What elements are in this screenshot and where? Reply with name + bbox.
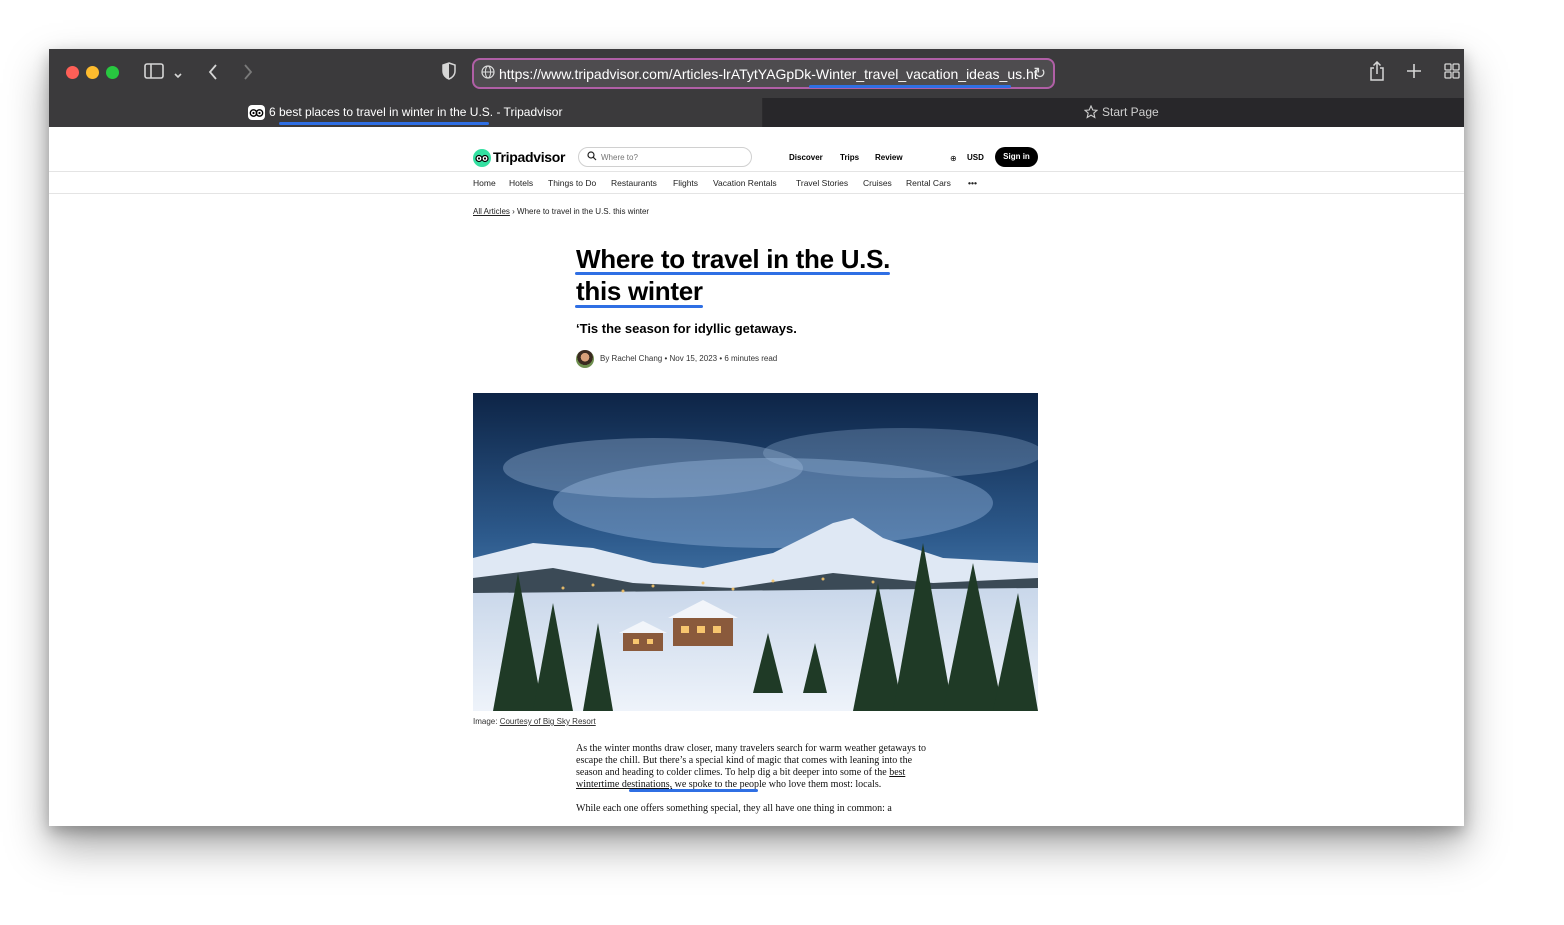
browser-window: https://www.tripadvisor.com/Articles-lrA… — [49, 49, 1464, 826]
tab-tripadvisor[interactable]: 6 best places to travel in winter in the… — [49, 98, 762, 127]
breadcrumb-current: Where to travel in the U.S. this winter — [517, 207, 650, 216]
tab-title: 6 best places to travel in winter in the… — [269, 105, 563, 119]
article-paragraph: As the winter months draw closer, many t… — [576, 743, 938, 791]
more-menu-icon[interactable]: ••• — [968, 178, 977, 188]
breadcrumb: All Articles › Where to travel in the U.… — [473, 207, 649, 216]
language-globe-icon[interactable]: ⊕ — [950, 154, 957, 163]
article-byline: By Rachel Chang • Nov 15, 2023 • 6 minut… — [600, 354, 778, 363]
forward-arrow-icon[interactable] — [242, 63, 254, 85]
article-title-line-1: Where to travel in the U.S. — [576, 244, 891, 274]
tab-overview-icon[interactable] — [1444, 63, 1460, 83]
search-icon — [587, 151, 597, 161]
category-things-to-do[interactable]: Things to Do — [548, 178, 596, 188]
url-highlight-underline — [809, 85, 1011, 88]
category-hotels[interactable]: Hotels — [509, 178, 533, 188]
category-nav: Home Hotels Things to Do Restaurants Fli… — [49, 172, 1464, 194]
close-window-button[interactable] — [66, 66, 79, 79]
category-home[interactable]: Home — [473, 178, 496, 188]
article-title: Where to travel in the U.S. this winter — [576, 243, 916, 307]
title-highlight-underline — [575, 305, 703, 308]
article-paragraph: While each one offers something special,… — [576, 803, 892, 814]
sidebar-toggle-icon[interactable] — [144, 63, 164, 83]
back-arrow-icon[interactable] — [207, 63, 219, 85]
paragraph-text: As the winter months draw closer, many t… — [576, 743, 927, 778]
category-cruises[interactable]: Cruises — [863, 178, 892, 188]
caption-credit-link[interactable]: Courtesy of Big Sky Resort — [500, 717, 596, 726]
nav-discover[interactable]: Discover — [789, 153, 823, 162]
search-input[interactable] — [601, 150, 741, 164]
category-restaurants[interactable]: Restaurants — [611, 178, 657, 188]
star-icon — [1084, 105, 1098, 119]
article-title-line-2: this winter — [576, 276, 703, 306]
currency-selector[interactable]: USD — [967, 153, 984, 162]
author-avatar — [576, 350, 594, 368]
reload-icon[interactable]: ↻ — [1033, 64, 1046, 82]
hero-image — [473, 393, 1043, 711]
nav-review[interactable]: Review — [875, 153, 903, 162]
zoom-window-button[interactable] — [106, 66, 119, 79]
title-highlight-underline — [575, 272, 890, 275]
tab-strip: 6 best places to travel in winter in the… — [49, 98, 1464, 127]
address-bar[interactable]: https://www.tripadvisor.com/Articles-lrA… — [472, 58, 1055, 89]
tab-start-page[interactable]: Start Page — [763, 98, 1464, 127]
category-flights[interactable]: Flights — [673, 178, 698, 188]
search-box[interactable] — [578, 147, 752, 167]
tab-title: Start Page — [1102, 105, 1159, 119]
browser-toolbar: https://www.tripadvisor.com/Articles-lrA… — [49, 49, 1464, 98]
article-body: As the winter months draw closer, many t… — [576, 743, 938, 826]
tripadvisor-owl-icon — [473, 149, 491, 167]
image-caption: Image: Courtesy of Big Sky Resort — [473, 717, 596, 726]
share-icon[interactable] — [1369, 60, 1385, 85]
category-vacation-rentals[interactable]: Vacation Rentals — [713, 178, 777, 188]
link-highlight-underline — [629, 789, 758, 792]
category-rental-cars[interactable]: Rental Cars — [906, 178, 951, 188]
minimize-window-button[interactable] — [86, 66, 99, 79]
breadcrumb-separator: › — [512, 207, 515, 216]
article-subtitle: ‘Tis the season for idyllic getaways. — [576, 321, 797, 336]
winter-mountain-lodge-photo — [473, 393, 1043, 711]
new-tab-plus-icon[interactable] — [1406, 61, 1422, 85]
globe-icon — [481, 65, 495, 79]
tripadvisor-favicon-icon — [248, 105, 265, 120]
caption-prefix: Image: — [473, 717, 500, 726]
site-header: Tripadvisor Discover Trips Review ⊕ USD … — [49, 127, 1464, 172]
web-page: Tripadvisor Discover Trips Review ⊕ USD … — [49, 127, 1464, 826]
nav-trips[interactable]: Trips — [840, 153, 859, 162]
url-text[interactable]: https://www.tripadvisor.com/Articles-lrA… — [499, 66, 1038, 82]
privacy-shield-icon[interactable] — [442, 62, 456, 84]
chevron-down-icon[interactable] — [173, 65, 183, 85]
brand-name: Tripadvisor — [493, 149, 566, 165]
sign-in-button[interactable]: Sign in — [995, 147, 1038, 167]
breadcrumb-all-articles[interactable]: All Articles — [473, 207, 510, 216]
tab-title-highlight-underline — [279, 122, 489, 125]
category-travel-stories[interactable]: Travel Stories — [796, 178, 848, 188]
